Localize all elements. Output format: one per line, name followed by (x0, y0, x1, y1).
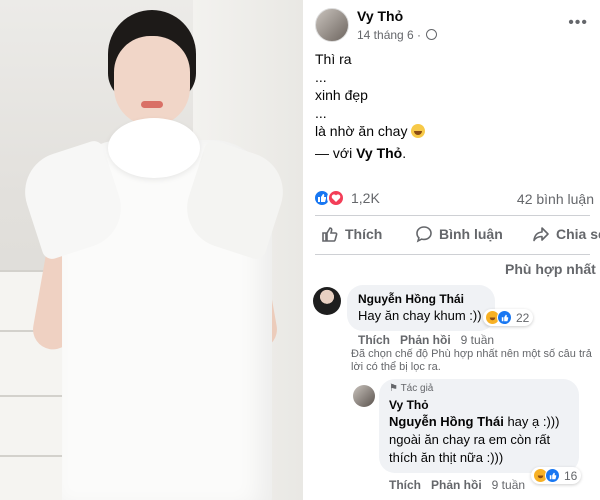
post-text-line: ... (315, 105, 327, 121)
author-badge-icon: ⚑ (389, 383, 398, 394)
globe-icon (426, 29, 438, 40)
post-photo[interactable] (0, 0, 303, 500)
like-button[interactable]: Thích (321, 225, 382, 243)
post-tag-suffix: . (402, 145, 407, 161)
reaction-count: 1,2K (351, 190, 380, 206)
reaction-summary[interactable]: 1,2K (313, 189, 380, 207)
post-text-fragment: là nhờ ăn chay (315, 123, 408, 139)
commenter-avatar[interactable] (313, 287, 341, 315)
comment-like-link[interactable]: Thích (358, 333, 390, 347)
reply-avatar[interactable] (353, 385, 375, 407)
post-tag-prefix: — với (315, 145, 357, 161)
divider (315, 254, 590, 255)
comment-button[interactable]: Bình luận (415, 225, 503, 243)
post-timestamp-text: 14 tháng 6 · (357, 28, 422, 42)
reply-text-line: ngoài ăn chay ra em còn rất (389, 432, 551, 447)
like-button-label: Thích (345, 226, 383, 242)
reply-meta: Thích Phản hồi 9 tuần (389, 478, 525, 492)
reply-reaction-count: 16 (564, 468, 578, 483)
author-avatar[interactable] (315, 8, 349, 42)
commenter-name[interactable]: Nguyễn Hồng Thái (358, 292, 464, 306)
photo-face (114, 36, 190, 126)
reply-like-link[interactable]: Thích (389, 478, 421, 492)
comment-meta: Thích Phản hồi 9 tuần (358, 333, 494, 347)
mention-link[interactable]: Nguyễn Hồng Thái (389, 414, 504, 429)
tagged-user-link[interactable]: Vy Thỏ (356, 145, 402, 161)
share-button[interactable]: Chia sẻ (532, 225, 600, 243)
thumbs-up-icon (322, 227, 338, 242)
comment-time[interactable]: 9 tuần (461, 333, 494, 347)
reply-reactions[interactable]: 16 (531, 467, 582, 484)
author-badge-label: Tác giả (400, 383, 434, 394)
author-name[interactable]: Vy Thỏ (357, 8, 403, 24)
comment-reaction-count: 22 (516, 310, 530, 325)
author-badge: ⚑ Tác giả (389, 383, 433, 394)
share-button-label: Chia sẻ (556, 226, 600, 242)
comment-reply-link[interactable]: Phản hồi (400, 333, 451, 347)
comment-sort-dropdown[interactable]: Phù hợp nhất (505, 261, 600, 277)
comment-sort-label: Phù hợp nhất (505, 261, 596, 277)
post-actions: Thích Bình luận Chia sẻ (303, 225, 600, 249)
love-icon (327, 189, 345, 207)
comment-icon (416, 226, 432, 243)
post-text-line: xinh đẹp (315, 87, 368, 103)
post-panel: Vy Thỏ 14 tháng 6 · ••• Thì ra ... xinh … (303, 0, 600, 500)
like-icon (545, 468, 560, 483)
like-icon (497, 310, 512, 325)
reply-time[interactable]: 9 tuần (492, 478, 525, 492)
comment-button-label: Bình luận (439, 226, 503, 242)
post-timestamp[interactable]: 14 tháng 6 · (357, 28, 438, 42)
reply-text-line: thích ăn thịt nữa :))) (389, 450, 504, 465)
post-text-line: là nhờ ăn chay (315, 122, 426, 140)
more-options-icon[interactable]: ••• (568, 14, 588, 32)
filter-note: Đã chọn chế độ Phù hợp nhất nên một số c… (351, 348, 592, 373)
divider (315, 215, 590, 216)
reply-text-fragment: hay ạ :))) (503, 414, 560, 429)
laughing-emoji-icon (411, 124, 426, 138)
comments-count[interactable]: 42 bình luận (517, 191, 594, 207)
photo-bow (108, 118, 200, 178)
reply-author-name[interactable]: Vy Thỏ (389, 398, 429, 412)
photo-lips (141, 101, 163, 108)
post-text-line: Thì ra (315, 51, 352, 67)
comment-text: Hay ăn chay khum :)) (358, 308, 482, 323)
reply-text-line: Nguyễn Hồng Thái hay ạ :))) (389, 414, 559, 429)
share-icon (533, 227, 549, 242)
comment-reactions[interactable]: 22 (483, 309, 534, 326)
post-tag-line: — với Vy Thỏ. (315, 144, 406, 162)
reply-reply-link[interactable]: Phản hồi (431, 478, 482, 492)
post-text-line: ... (315, 69, 327, 85)
